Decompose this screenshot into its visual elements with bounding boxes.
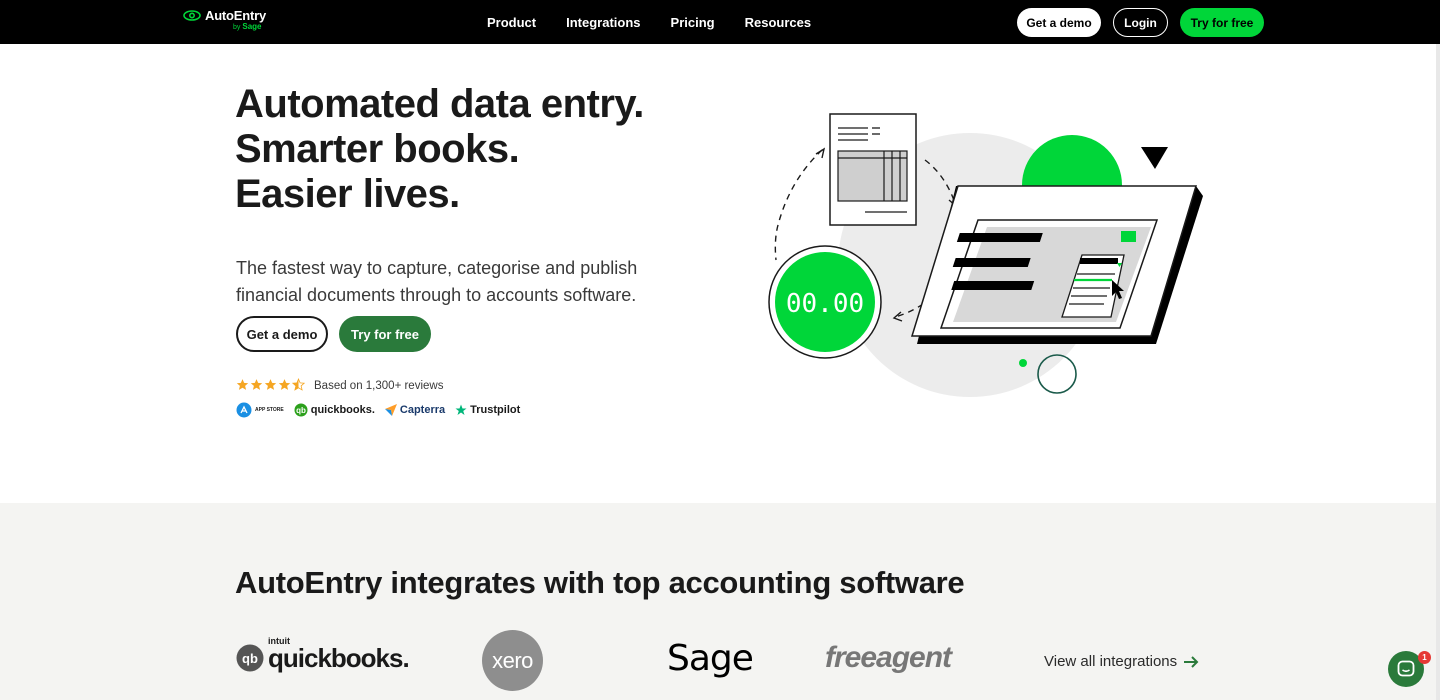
star-icon — [278, 379, 291, 390]
quickbooks-icon: qb — [236, 644, 264, 672]
integrations-section: AutoEntry integrates with top accounting… — [0, 503, 1440, 700]
autoentry-logo[interactable]: AutoEntry by Sage — [183, 8, 266, 31]
headline-line-3: Easier lives. — [235, 172, 460, 216]
headline-line-1: Automated data entry. — [235, 82, 644, 126]
star-icon — [236, 379, 249, 390]
view-all-label: View all integrations — [1044, 653, 1178, 670]
nav-pricing[interactable]: Pricing — [671, 15, 715, 30]
half-star-icon — [292, 378, 305, 391]
rating-stars — [236, 378, 305, 391]
capterra-badge[interactable]: Capterra — [384, 404, 445, 416]
counter-value: 00.00 — [786, 289, 864, 319]
star-icon — [250, 379, 263, 390]
hero-headline: Automated data entry. Smarter books. Eas… — [235, 82, 644, 217]
top-nav: AutoEntry by Sage Product Integrations P… — [0, 0, 1440, 44]
reviews-count: Based on 1,300+ reviews — [314, 380, 444, 392]
review-badges: APP STORE qb quickbooks. Capterra Trustp… — [236, 401, 520, 419]
svg-text:qb: qb — [242, 651, 258, 666]
appstore-badge[interactable]: APP STORE — [236, 402, 284, 418]
nav-resources[interactable]: Resources — [745, 15, 811, 30]
quickbooks-logo[interactable]: qb intuit quickbooks. — [236, 637, 410, 672]
trustpilot-badge[interactable]: Trustpilot — [455, 404, 520, 416]
quickbooks-icon: qb — [294, 403, 308, 417]
logo-text: AutoEntry — [205, 8, 267, 23]
appstore-icon — [236, 402, 252, 418]
xero-logo[interactable]: xero — [482, 630, 543, 691]
nav-try-free-button[interactable]: Try for free — [1180, 8, 1264, 37]
view-all-integrations-link[interactable]: View all integrations — [1044, 653, 1199, 670]
hero-try-free-button[interactable]: Try for free — [339, 316, 431, 352]
trustpilot-star-icon — [455, 404, 467, 415]
svg-text:qb: qb — [296, 406, 306, 415]
nav-get-demo-button[interactable]: Get a demo — [1017, 8, 1101, 37]
hero-illustration: 00.00 — [768, 113, 1203, 397]
chat-unread-badge: 1 — [1418, 651, 1431, 664]
nav-login-button[interactable]: Login — [1113, 8, 1168, 37]
freeagent-logo[interactable]: freeagent — [825, 641, 952, 675]
nav-product[interactable]: Product — [487, 15, 536, 30]
hero-subtitle: The fastest way to capture, categorise a… — [236, 258, 638, 305]
eye-logo-icon — [183, 10, 201, 21]
quickbooks-badge[interactable]: qb quickbooks. — [294, 403, 375, 417]
integrations-title: AutoEntry integrates with top accounting… — [235, 565, 965, 600]
chat-icon — [1397, 660, 1415, 677]
hero-get-demo-button[interactable]: Get a demo — [236, 316, 328, 352]
arrow-right-icon — [1184, 655, 1199, 668]
star-icon — [264, 379, 277, 390]
main-nav: Product Integrations Pricing Resources — [487, 0, 811, 44]
logo-by-sage: by Sage — [233, 22, 262, 31]
page-scrollbar[interactable] — [1436, 44, 1440, 700]
sage-logo[interactable]: Sage — [667, 638, 754, 679]
capterra-icon — [384, 404, 397, 416]
headline-line-2: Smarter books. — [235, 127, 520, 171]
nav-integrations[interactable]: Integrations — [566, 15, 640, 30]
